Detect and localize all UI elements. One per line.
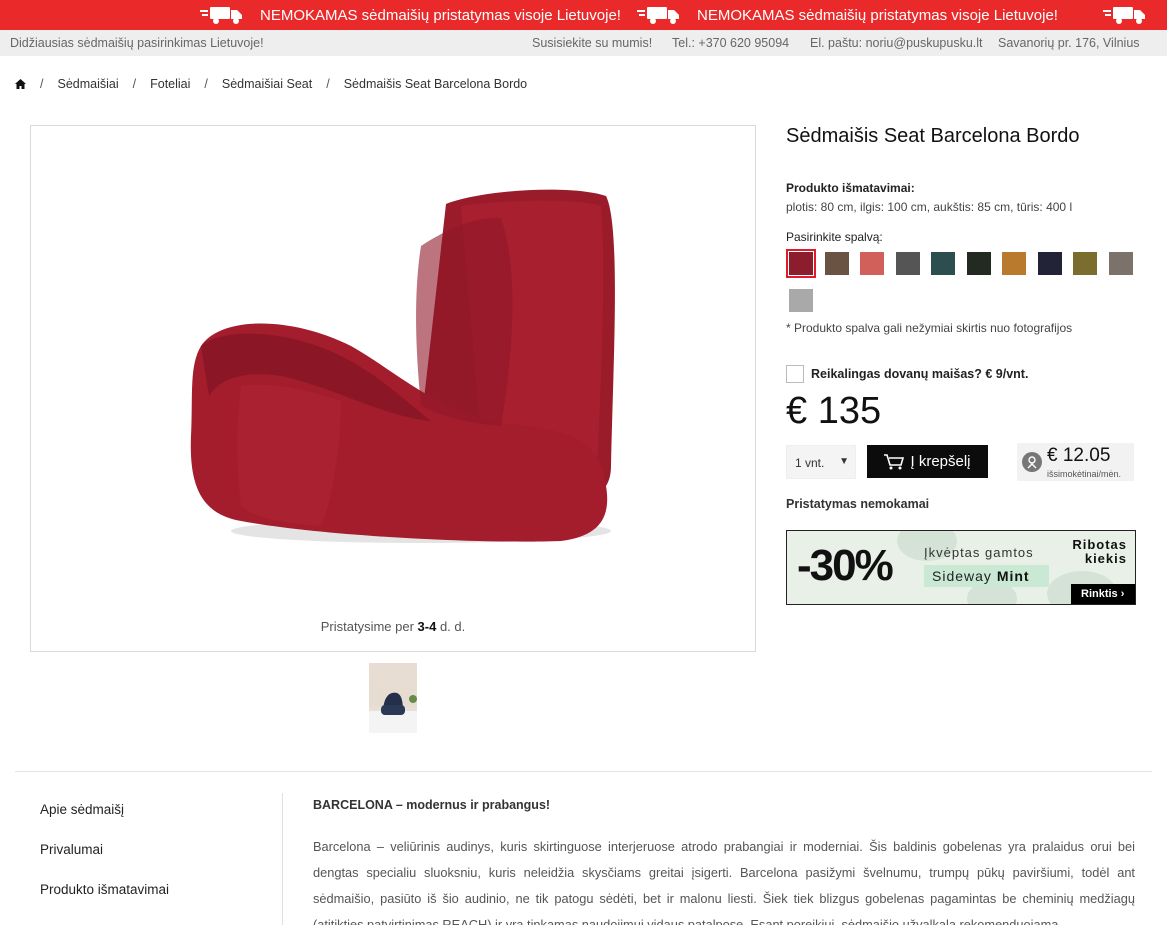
banner-limited: Ribotas kiekis — [1072, 537, 1127, 566]
thumbnail-image — [369, 692, 417, 733]
installment-info[interactable]: € 12.05 išsimokėtinai/mėn. — [1017, 443, 1134, 481]
color-swatch[interactable] — [893, 249, 923, 278]
section-divider — [15, 771, 1152, 772]
description-title: BARCELONA – modernus ir prabangus! — [313, 798, 551, 812]
quantity-value: 1 vnt. — [795, 456, 825, 470]
color-label: Pasirinkite spalvą: — [786, 230, 883, 244]
shipping-info: Pristatymas nemokamai — [786, 497, 930, 511]
color-swatch[interactable] — [1035, 249, 1065, 278]
banner-collection: Sideway Mint — [924, 565, 1049, 587]
contact-link[interactable]: Susisiekite su mumis! — [532, 36, 652, 50]
delivery-truck-icon — [637, 7, 679, 24]
phone-link[interactable]: Tel.: +370 620 95094 — [672, 36, 789, 50]
breadcrumb: / Sėdmaišiai / Foteliai / Sėdmaišiai Sea… — [15, 77, 527, 91]
promo-banner[interactable]: -30% Įkvėptas gamtos Sideway Mint Ribota… — [786, 530, 1136, 605]
color-swatch[interactable] — [999, 249, 1029, 278]
color-swatch[interactable] — [928, 249, 958, 278]
color-swatch[interactable] — [1106, 249, 1136, 278]
product-gallery[interactable]: Pristatysime per 3-4 d. d. — [30, 125, 756, 652]
banner-inspired: Įkvėptas gamtos — [924, 545, 1034, 560]
banner-cta-button[interactable]: Rinktis › — [1071, 584, 1135, 604]
quantity-select[interactable]: 1 vnt. ▼ — [786, 445, 856, 479]
delivery-note: Pristatysime per 3-4 d. d. — [320, 619, 466, 634]
promo-bar: NEMOKAMAS sėdmaišių pristatymas visoje L… — [0, 0, 1167, 30]
gift-bag-checkbox[interactable] — [786, 365, 804, 383]
color-swatch[interactable] — [964, 249, 994, 278]
color-swatch[interactable] — [1070, 249, 1100, 278]
promo-text: NEMOKAMAS sėdmaišių pristatymas visoje L… — [697, 6, 1058, 24]
home-icon[interactable] — [15, 79, 26, 89]
email-link[interactable]: El. paštu: noriu@puskupusku.lt — [810, 36, 983, 50]
description-body: Barcelona – veliūrinis audinys, kuris sk… — [313, 839, 1135, 925]
color-swatch[interactable] — [786, 249, 816, 278]
installment-amount: € 12.05 — [1047, 445, 1111, 466]
promo-item: NEMOKAMAS sėdmaišių pristatymas visoje L… — [200, 0, 621, 30]
caret-down-icon: ▼ — [839, 456, 849, 467]
delivery-truck-icon — [1103, 7, 1145, 24]
info-bar: Didžiausias sėdmaišių pasirinkimas Lietu… — [0, 30, 1167, 56]
installment-logo-icon — [1022, 452, 1042, 472]
nav-item-dimensions[interactable]: Produkto išmatavimai — [40, 882, 169, 897]
product-title: Sėdmaišis Seat Barcelona Bordo — [786, 125, 1080, 147]
gallery-thumbnail[interactable] — [369, 663, 417, 733]
address-text: Savanorių pr. 176, Vilnius — [998, 36, 1140, 50]
color-note: * Produkto spalva gali nežymiai skirtis … — [786, 321, 1073, 335]
discount-text: -30% — [797, 541, 894, 590]
chevron-right-icon: › — [1120, 588, 1125, 600]
breadcrumb-item[interactable]: Sėdmaišiai — [57, 77, 118, 91]
cart-icon — [884, 453, 905, 469]
product-price: € 135 — [786, 390, 882, 432]
promo-text: NEMOKAMAS sėdmaišių pristatymas visoje L… — [260, 6, 621, 24]
breadcrumb-current: Sėdmaišis Seat Barcelona Bordo — [343, 77, 528, 91]
breadcrumb-item[interactable]: Foteliai — [150, 77, 190, 91]
color-swatch[interactable] — [786, 286, 816, 315]
gift-bag-option[interactable]: Reikalingas dovanų maišas? € 9/vnt. — [786, 365, 1028, 383]
nav-item-about[interactable]: Apie sėdmaišį — [40, 802, 124, 817]
gift-bag-label: Reikalingas dovanų maišas? € 9/vnt. — [811, 367, 1029, 381]
color-swatch[interactable] — [822, 249, 852, 278]
breadcrumb-item[interactable]: Sėdmaišiai Seat — [222, 77, 312, 91]
promo-item — [1103, 0, 1163, 30]
add-to-cart-label: Į krepšelį — [910, 453, 971, 470]
add-to-cart-button[interactable]: Į krepšelį — [867, 445, 988, 478]
delivery-days: 3-4 — [417, 619, 437, 634]
nav-divider — [282, 793, 283, 925]
tagline: Didžiausias sėdmaišių pasirinkimas Lietu… — [10, 36, 264, 50]
promo-item: NEMOKAMAS sėdmaišių pristatymas visoje L… — [637, 0, 1058, 30]
product-image[interactable] — [181, 186, 621, 556]
installment-sub: išsimokėtinai/mėn. — [1047, 469, 1122, 479]
color-swatch[interactable] — [857, 249, 887, 278]
dimensions-value: plotis: 80 cm, ilgis: 100 cm, aukštis: 8… — [786, 200, 1073, 214]
nav-item-advantages[interactable]: Privalumai — [40, 842, 103, 857]
dimensions-label: Produkto išmatavimai: — [786, 181, 915, 195]
delivery-truck-icon — [200, 7, 242, 24]
